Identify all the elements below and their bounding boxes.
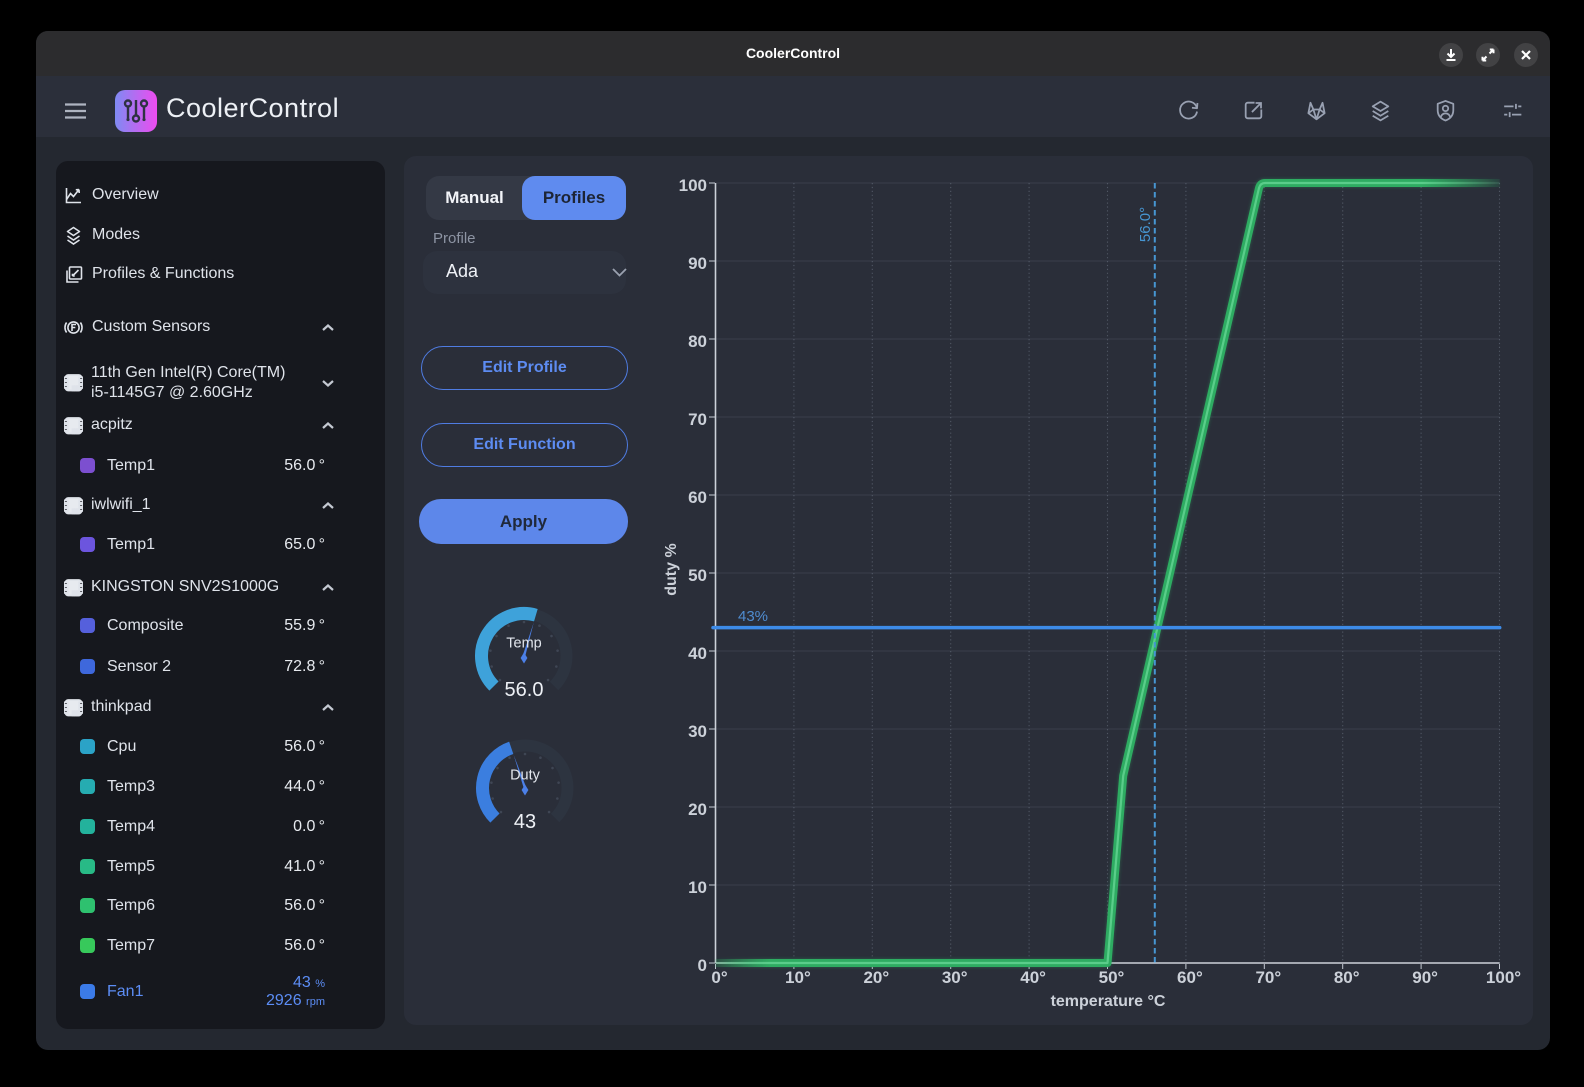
svg-text:60: 60 — [688, 488, 707, 507]
svg-text:10°: 10° — [785, 968, 811, 987]
svg-text:30: 30 — [688, 722, 707, 741]
svg-text:60°: 60° — [1177, 968, 1203, 987]
svg-text:50: 50 — [688, 566, 707, 585]
svg-text:43%: 43% — [738, 608, 768, 625]
svg-text:90°: 90° — [1412, 968, 1438, 987]
svg-text:0°: 0° — [711, 968, 727, 987]
svg-text:70: 70 — [688, 410, 707, 429]
svg-text:90: 90 — [688, 254, 707, 273]
svg-text:0: 0 — [698, 956, 707, 975]
svg-text:70°: 70° — [1255, 968, 1281, 987]
svg-text:20: 20 — [688, 800, 707, 819]
svg-text:100: 100 — [679, 176, 707, 195]
svg-text:duty %: duty % — [663, 543, 680, 595]
svg-text:56.0°: 56.0° — [1137, 207, 1154, 242]
svg-text:50°: 50° — [1099, 968, 1125, 987]
svg-text:20°: 20° — [863, 968, 889, 987]
svg-text:80: 80 — [688, 332, 707, 351]
svg-text:30°: 30° — [942, 968, 968, 987]
svg-text:40°: 40° — [1020, 968, 1046, 987]
svg-text:10: 10 — [688, 878, 707, 897]
svg-text:temperature °C: temperature °C — [1051, 993, 1166, 1010]
svg-text:100°: 100° — [1486, 968, 1521, 987]
svg-text:40: 40 — [688, 644, 707, 663]
svg-text:80°: 80° — [1334, 968, 1360, 987]
